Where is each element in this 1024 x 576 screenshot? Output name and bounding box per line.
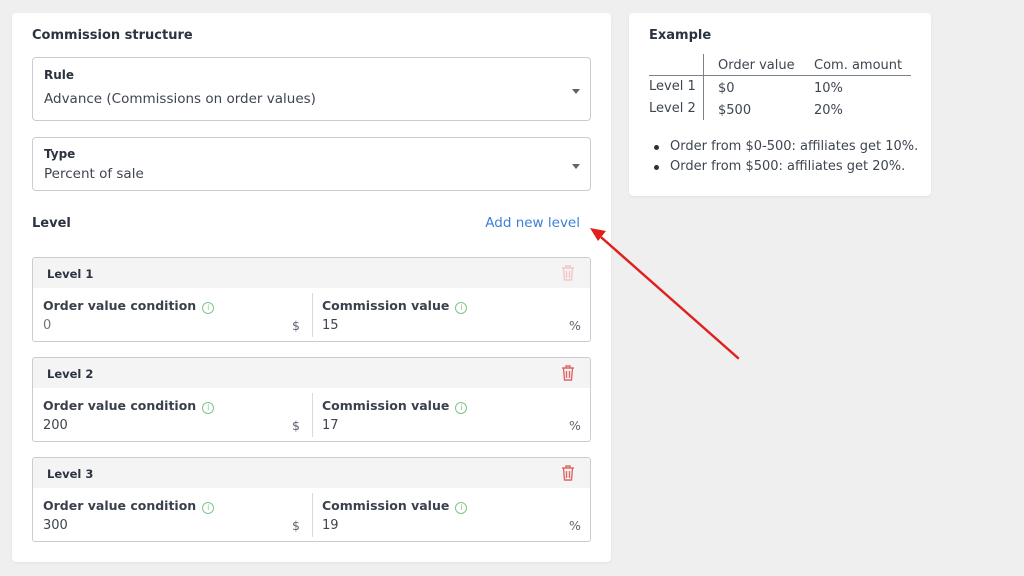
commission-structure-title: Commission structure (32, 28, 193, 43)
percent-unit: % (569, 518, 581, 533)
order-value-label: Order value condition i (43, 498, 215, 514)
trash-icon[interactable] (560, 464, 576, 482)
level-card: Level 3 Order value condition i 300 $ Com… (32, 457, 591, 542)
percent-unit: % (569, 318, 581, 333)
type-select[interactable]: Type Percent of sale (32, 137, 591, 191)
example-cell-amount: 20% (814, 103, 843, 118)
example-cell-order: $500 (718, 103, 752, 118)
currency-unit: $ (292, 518, 300, 533)
currency-unit: $ (292, 318, 300, 333)
level-card: Level 1 Order value condition i $ Commiss… (32, 257, 591, 342)
commission-value-label-text: Commission value (322, 398, 450, 413)
info-icon[interactable]: i (455, 402, 468, 414)
level-header: Level 2 (33, 358, 590, 388)
order-value-input[interactable]: 200 (43, 418, 263, 433)
example-table-divider (649, 75, 911, 76)
trash-icon[interactable] (560, 264, 576, 282)
example-title: Example (649, 28, 712, 43)
rule-value: Advance (Commissions on order values) (44, 91, 316, 107)
order-value-label: Order value condition i (43, 398, 215, 414)
rule-select[interactable]: Rule Advance (Commissions on order value… (32, 57, 591, 121)
field-divider (312, 393, 313, 437)
order-value-label-text: Order value condition (43, 498, 197, 513)
order-value-label-text: Order value condition (43, 298, 197, 313)
field-divider (312, 493, 313, 537)
level-section-label: Level (32, 216, 71, 231)
example-row-label: Level 2 (649, 101, 696, 116)
order-value-input[interactable] (43, 318, 263, 333)
trash-icon[interactable] (560, 364, 576, 382)
commission-value-label-text: Commission value (322, 498, 450, 513)
info-icon[interactable]: i (202, 502, 215, 514)
commission-value-label: Commission value i (322, 498, 468, 514)
order-value-label: Order value condition i (43, 298, 215, 314)
level-title: Level 2 (47, 367, 94, 381)
info-icon[interactable]: i (455, 302, 468, 314)
example-bullet: Order from $0-500: affiliates get 10%. (649, 137, 918, 157)
type-value: Percent of sale (44, 166, 144, 182)
commission-value-label-text: Commission value (322, 298, 450, 313)
level-header: Level 3 (33, 458, 590, 488)
example-cell-amount: 10% (814, 81, 843, 96)
level-card: Level 2 Order value condition i 200 $ Com… (32, 357, 591, 442)
caret-down-icon (572, 89, 580, 94)
currency-unit: $ (292, 418, 300, 433)
percent-unit: % (569, 418, 581, 433)
example-table-divider (703, 54, 704, 120)
level-header: Level 1 (33, 258, 590, 288)
example-card: Example Order value Com. amount Level 1 … (629, 13, 931, 196)
order-value-label-text: Order value condition (43, 398, 197, 413)
example-row-label: Level 1 (649, 79, 696, 94)
commission-value-input[interactable]: 15 (322, 318, 542, 333)
info-icon[interactable]: i (455, 502, 468, 514)
type-label: Type (44, 147, 76, 161)
add-new-level-link[interactable]: Add new level (485, 215, 580, 231)
commission-value-input[interactable]: 19 (322, 518, 542, 533)
info-icon[interactable]: i (202, 402, 215, 414)
example-header-order-value: Order value (718, 58, 795, 73)
field-divider (312, 293, 313, 337)
example-bullet: Order from $500: affiliates get 20%. (649, 157, 918, 177)
commission-value-input[interactable]: 17 (322, 418, 542, 433)
level-title: Level 1 (47, 267, 94, 281)
commission-value-label: Commission value i (322, 298, 468, 314)
caret-down-icon (572, 164, 580, 169)
example-header-com-amount: Com. amount (814, 58, 903, 73)
commission-structure-card: Commission structure Rule Advance (Commi… (12, 13, 611, 562)
info-icon[interactable]: i (202, 302, 215, 314)
order-value-input[interactable]: 300 (43, 518, 263, 533)
example-cell-order: $0 (718, 81, 735, 96)
example-bullet-list: Order from $0-500: affiliates get 10%. O… (649, 137, 918, 177)
rule-label: Rule (44, 68, 75, 82)
commission-value-label: Commission value i (322, 398, 468, 414)
level-title: Level 3 (47, 467, 94, 481)
